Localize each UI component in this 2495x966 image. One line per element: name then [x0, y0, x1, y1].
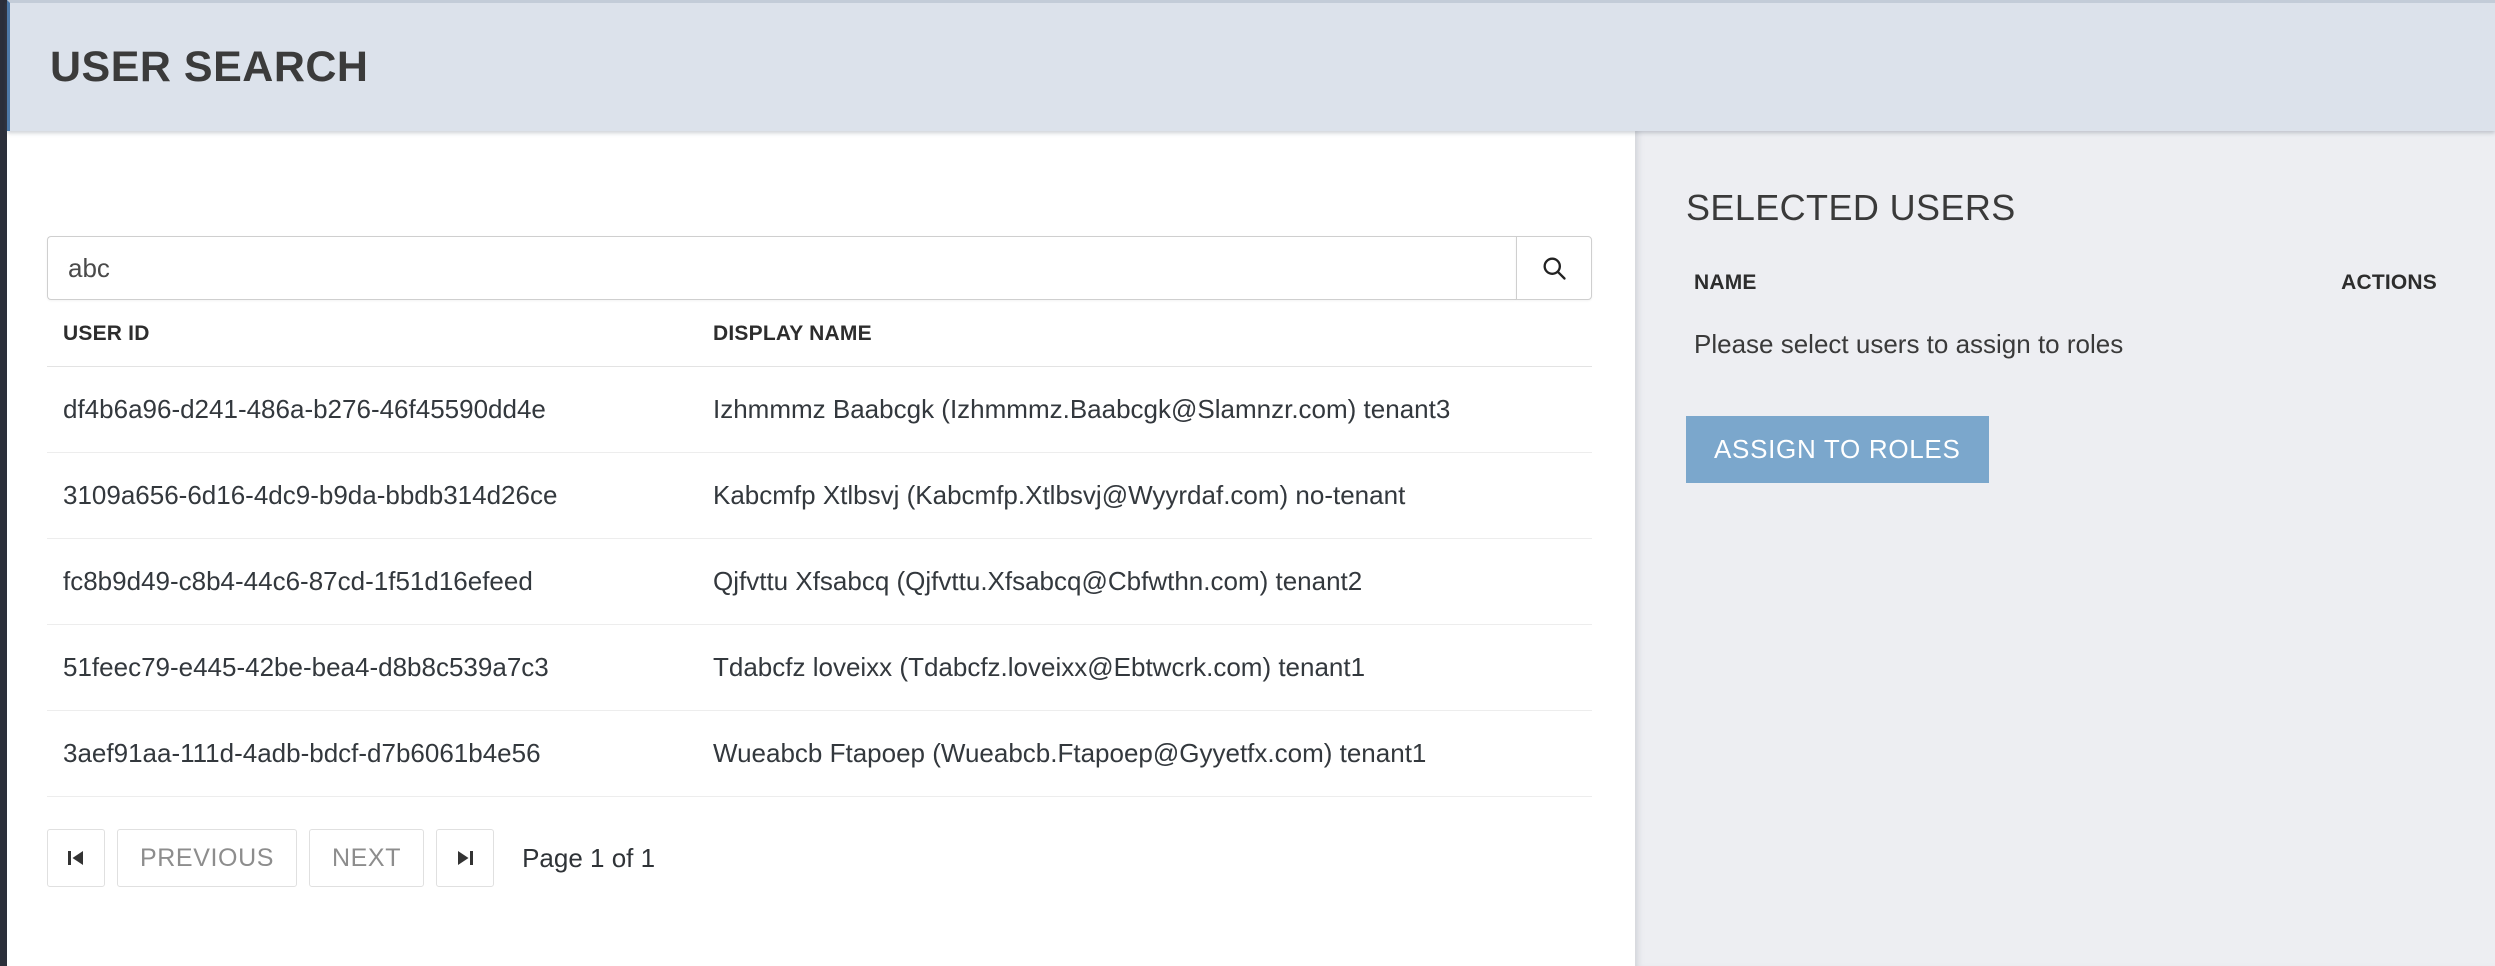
next-page-button[interactable]: NEXT	[309, 829, 425, 887]
first-page-button[interactable]	[47, 829, 105, 887]
table-row[interactable]: 3aef91aa-111d-4adb-bdcf-d7b6061b4e56 Wue…	[47, 710, 1592, 797]
table-row[interactable]: fc8b9d49-c8b4-44c6-87cd-1f51d16efeed Qjf…	[47, 538, 1592, 625]
cell-display-name: Kabcmfp Xtlbsvj (Kabcmfp.Xtlbsvj@Wyyrdaf…	[697, 452, 1592, 539]
search-bar	[47, 236, 1592, 300]
cell-display-name: Izhmmmz Baabcgk (Izhmmmz.Baabcgk@Slamnzr…	[697, 366, 1592, 453]
search-input[interactable]	[47, 236, 1516, 300]
selected-users-table: NAME ACTIONS	[1676, 271, 2447, 317]
cell-user-id: 3aef91aa-111d-4adb-bdcf-d7b6061b4e56	[47, 710, 697, 797]
cell-display-name: Wueabcb Ftapoep (Wueabcb.Ftapoep@Gyyetfx…	[697, 710, 1592, 797]
search-icon	[1540, 254, 1568, 282]
search-results-pane: USER ID DISPLAY NAME df4b6a96-d241-486a-…	[7, 131, 1635, 966]
skip-to-last-icon	[453, 846, 477, 870]
user-results-body: df4b6a96-d241-486a-b276-46f45590dd4e Izh…	[47, 366, 1592, 797]
skip-to-first-icon	[64, 846, 88, 870]
last-page-button[interactable]	[436, 829, 495, 887]
selected-header-row: NAME ACTIONS	[1676, 271, 2447, 317]
table-header-row: USER ID DISPLAY NAME	[47, 322, 1592, 367]
table-row[interactable]: df4b6a96-d241-486a-b276-46f45590dd4e Izh…	[47, 366, 1592, 453]
page-title: USER SEARCH	[50, 42, 369, 91]
user-search-app: USER SEARCH USER ID	[0, 0, 2495, 966]
user-results-table: USER ID DISPLAY NAME df4b6a96-d241-486a-…	[47, 322, 1592, 797]
column-header-actions: ACTIONS	[2341, 271, 2437, 294]
app-header: USER SEARCH	[7, 0, 2495, 131]
table-row[interactable]: 51feec79-e445-42be-bea4-d8b8c539a7c3 Tda…	[47, 624, 1592, 711]
selected-users-pane: SELECTED USERS NAME ACTIONS Please selec…	[1635, 131, 2495, 966]
cell-user-id: 3109a656-6d16-4dc9-b9da-bbdb314d26ce	[47, 452, 697, 539]
assign-to-roles-button[interactable]: ASSIGN TO ROLES	[1686, 416, 1989, 483]
cell-user-id: fc8b9d49-c8b4-44c6-87cd-1f51d16efeed	[47, 538, 697, 625]
search-button[interactable]	[1516, 236, 1592, 300]
column-header-name: NAME	[1694, 271, 1757, 294]
cell-user-id: 51feec79-e445-42be-bea4-d8b8c539a7c3	[47, 624, 697, 711]
page-status-label: Page 1 of 1	[522, 842, 656, 873]
table-row[interactable]: 3109a656-6d16-4dc9-b9da-bbdb314d26ce Kab…	[47, 452, 1592, 539]
body-container: USER ID DISPLAY NAME df4b6a96-d241-486a-…	[7, 131, 2495, 966]
column-header-user-id[interactable]: USER ID	[47, 322, 697, 367]
cell-user-id: df4b6a96-d241-486a-b276-46f45590dd4e	[47, 366, 697, 453]
pagination-controls: PREVIOUS NEXT Page 1 of 1	[47, 829, 1595, 887]
empty-state-message: Please select users to assign to roles	[1694, 329, 2124, 359]
previous-page-button[interactable]: PREVIOUS	[117, 829, 297, 887]
cell-display-name: Qjfvttu Xfsabcq (Qjfvttu.Xfsabcq@Cbfwthn…	[697, 538, 1592, 625]
selected-users-title: SELECTED USERS	[1686, 187, 2016, 228]
cell-display-name: Tdabcfz loveixx (Tdabcfz.loveixx@Ebtwcrk…	[697, 624, 1592, 711]
column-header-display-name[interactable]: DISPLAY NAME	[697, 322, 1592, 367]
